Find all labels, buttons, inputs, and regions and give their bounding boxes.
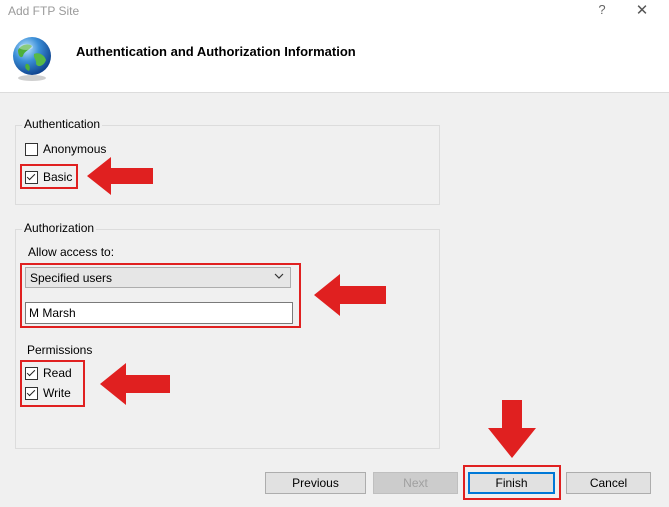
annotation-arrow-finish xyxy=(488,400,536,458)
basic-highlight xyxy=(20,164,78,189)
finish-highlight xyxy=(463,465,561,500)
authentication-group xyxy=(15,125,440,205)
authentication-group-label: Authentication xyxy=(22,117,103,131)
previous-button[interactable]: Previous xyxy=(265,472,366,494)
help-button[interactable]: ? xyxy=(594,2,610,18)
cancel-button[interactable]: Cancel xyxy=(566,472,651,494)
authorization-group-label: Authorization xyxy=(22,221,97,235)
permissions-label: Permissions xyxy=(27,343,93,357)
permissions-highlight xyxy=(20,360,85,407)
page-title: Authentication and Authorization Informa… xyxy=(76,44,356,59)
title-bar: Add FTP Site ? ✕ xyxy=(0,0,669,22)
annotation-arrow-basic xyxy=(87,157,153,195)
allow-access-label: Allow access to: xyxy=(28,245,115,259)
globe-icon xyxy=(13,37,51,81)
close-button[interactable]: ✕ xyxy=(632,1,652,19)
next-button[interactable]: Next xyxy=(373,472,458,494)
authorization-group xyxy=(15,229,440,449)
annotation-arrow-access xyxy=(314,274,386,316)
access-highlight xyxy=(20,263,301,328)
annotation-arrow-permissions xyxy=(100,363,170,405)
window-title: Add FTP Site xyxy=(8,4,80,18)
anonymous-checkbox[interactable] xyxy=(25,143,38,156)
anonymous-label: Anonymous xyxy=(43,142,107,156)
